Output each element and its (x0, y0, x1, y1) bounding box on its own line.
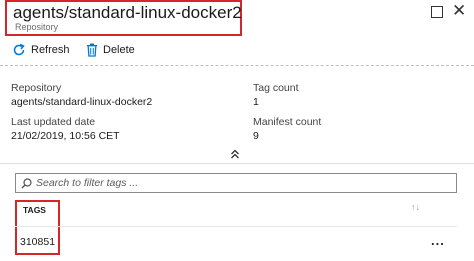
refresh-icon (13, 43, 25, 56)
essentials-divider (0, 163, 474, 164)
manifest-count-label: Manifest count (253, 116, 322, 128)
search-input[interactable] (36, 175, 446, 191)
manifest-count-value: 9 (253, 130, 259, 142)
refresh-label: Refresh (31, 44, 70, 56)
delete-label: Delete (103, 44, 135, 56)
header-divider (15, 226, 457, 227)
blade-header: agents/standard-linux-docker2 Repository… (0, 0, 474, 38)
search-icon (21, 178, 32, 189)
trash-icon (87, 43, 97, 57)
more-icon[interactable]: ... (431, 233, 445, 248)
last-updated-label: Last updated date (11, 116, 96, 128)
refresh-button[interactable]: Refresh (12, 40, 70, 60)
delete-button[interactable]: Delete (86, 40, 135, 60)
page-subtitle: Repository (15, 22, 59, 32)
repository-value: agents/standard-linux-docker2 (11, 96, 153, 108)
tag-count-label: Tag count (253, 82, 299, 94)
toolbar: Refresh Delete (0, 38, 474, 65)
toolbar-divider (0, 65, 474, 66)
highlight-box-title: agents/standard-linux-docker2 Repository (5, 0, 242, 36)
tag-count-value: 1 (253, 96, 259, 108)
last-updated-value: 21/02/2019, 10:56 CET (11, 130, 120, 142)
sort-icon[interactable]: ↑↓ (411, 202, 420, 212)
repository-label: Repository (11, 82, 62, 94)
search-box[interactable] (15, 173, 457, 193)
tag-cell: 310851 (20, 236, 56, 248)
column-header-tags[interactable]: TAGS (23, 205, 46, 215)
page-title: agents/standard-linux-docker2 (13, 3, 242, 22)
close-icon[interactable]: ✕ (452, 2, 466, 19)
chevron-double-up-icon[interactable] (229, 148, 241, 160)
restore-icon[interactable] (431, 6, 443, 18)
